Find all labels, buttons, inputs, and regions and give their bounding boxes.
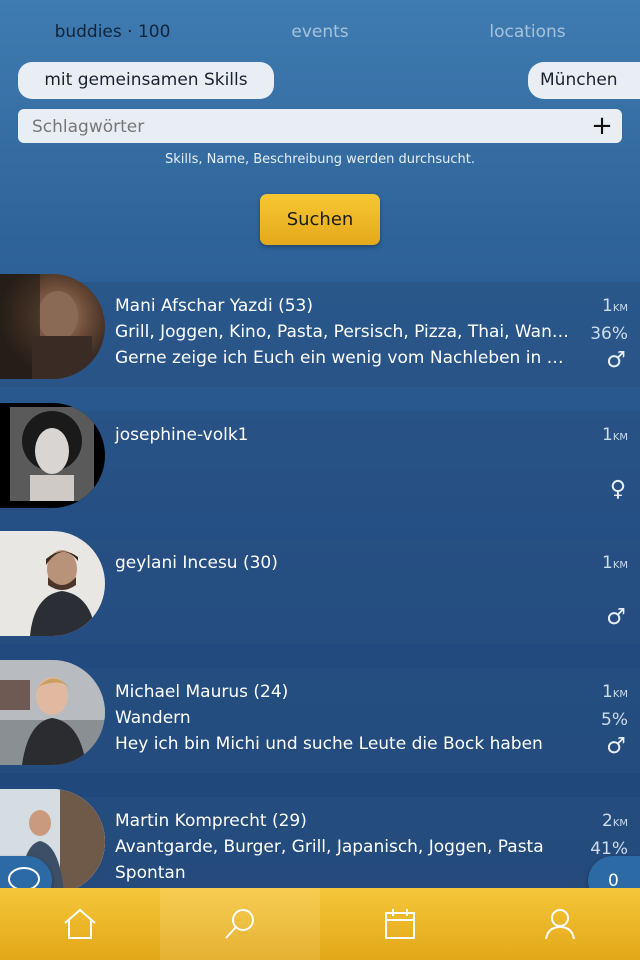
search-icon	[225, 909, 254, 939]
avatar	[0, 403, 105, 508]
nav-home[interactable]	[0, 888, 160, 960]
avatar-photo	[30, 550, 96, 636]
tab-locations[interactable]: locations	[460, 18, 595, 46]
buddy-name: josephine-volk1	[115, 425, 249, 445]
buddy-description: Hey ich bin Michi und suche Leute die Bo…	[115, 734, 543, 754]
avatar	[0, 660, 105, 765]
male-icon: ♂	[606, 605, 626, 630]
keyword-input[interactable]	[30, 109, 584, 145]
buddy-match: 36%	[590, 324, 628, 344]
user-icon	[545, 909, 575, 940]
bottom-navigation	[0, 888, 640, 960]
buddy-distance: 2KM	[601, 811, 628, 831]
top-tabs: buddies · 100 events locations	[0, 18, 640, 46]
avatar	[0, 274, 105, 379]
buddy-row[interactable]: geylani Incesu (30) 1KM ♂	[0, 531, 640, 644]
tab-events[interactable]: events	[250, 18, 390, 46]
home-icon	[64, 908, 96, 939]
avatar-photo	[10, 407, 94, 501]
buddy-distance: 1KM	[601, 553, 628, 573]
search-button[interactable]: Suchen	[260, 194, 380, 245]
common-skills-filter[interactable]: mit gemeinsamen Skills	[18, 62, 274, 99]
male-icon: ♂	[606, 734, 626, 759]
buddy-description: Spontan	[115, 863, 186, 883]
avatar-photo	[0, 660, 105, 765]
buddy-name: Michael Maurus (24)	[115, 682, 289, 702]
male-icon: ♂	[606, 348, 626, 373]
buddy-skills: Grill, Joggen, Kino, Pasta, Persisch, Pi…	[115, 322, 575, 342]
buddy-row[interactable]: Michael Maurus (24) Wandern Hey ich bin …	[0, 660, 640, 773]
buddy-row[interactable]: Martin Komprecht (29) Avantgarde, Burger…	[0, 789, 640, 902]
avatar-photo	[0, 274, 92, 379]
avatar	[0, 531, 105, 636]
buddy-skills: Wandern	[115, 708, 191, 728]
buddy-match: 5%	[601, 710, 628, 730]
keyword-search: +	[18, 109, 622, 145]
buddy-distance: 1KM	[601, 296, 628, 316]
buddy-description: Gerne zeige ich Euch ein wenig vom Nachl…	[115, 348, 575, 368]
nav-search[interactable]	[160, 888, 320, 960]
calendar-icon	[385, 909, 415, 939]
female-icon: ♀	[609, 477, 626, 502]
buddy-name: Mani Afschar Yazdi (53)	[115, 296, 313, 316]
nav-profile[interactable]	[480, 888, 640, 960]
search-hint: Skills, Name, Beschreibung werden durchs…	[164, 152, 476, 167]
buddy-distance: 1KM	[601, 425, 628, 445]
nav-events[interactable]	[320, 888, 480, 960]
buddy-name: geylani Incesu (30)	[115, 553, 278, 573]
buddy-name: Martin Komprecht (29)	[115, 811, 307, 831]
buddy-row[interactable]: Mani Afschar Yazdi (53) Grill, Joggen, K…	[0, 274, 640, 387]
city-filter[interactable]: München	[528, 62, 640, 99]
add-keyword-button[interactable]: +	[590, 111, 614, 141]
tab-buddies[interactable]: buddies · 100	[40, 18, 185, 46]
buddy-skills: Avantgarde, Burger, Grill, Japanisch, Jo…	[115, 837, 544, 857]
buddy-distance: 1KM	[601, 682, 628, 702]
buddy-row[interactable]: josephine-volk1 1KM ♀	[0, 403, 640, 516]
